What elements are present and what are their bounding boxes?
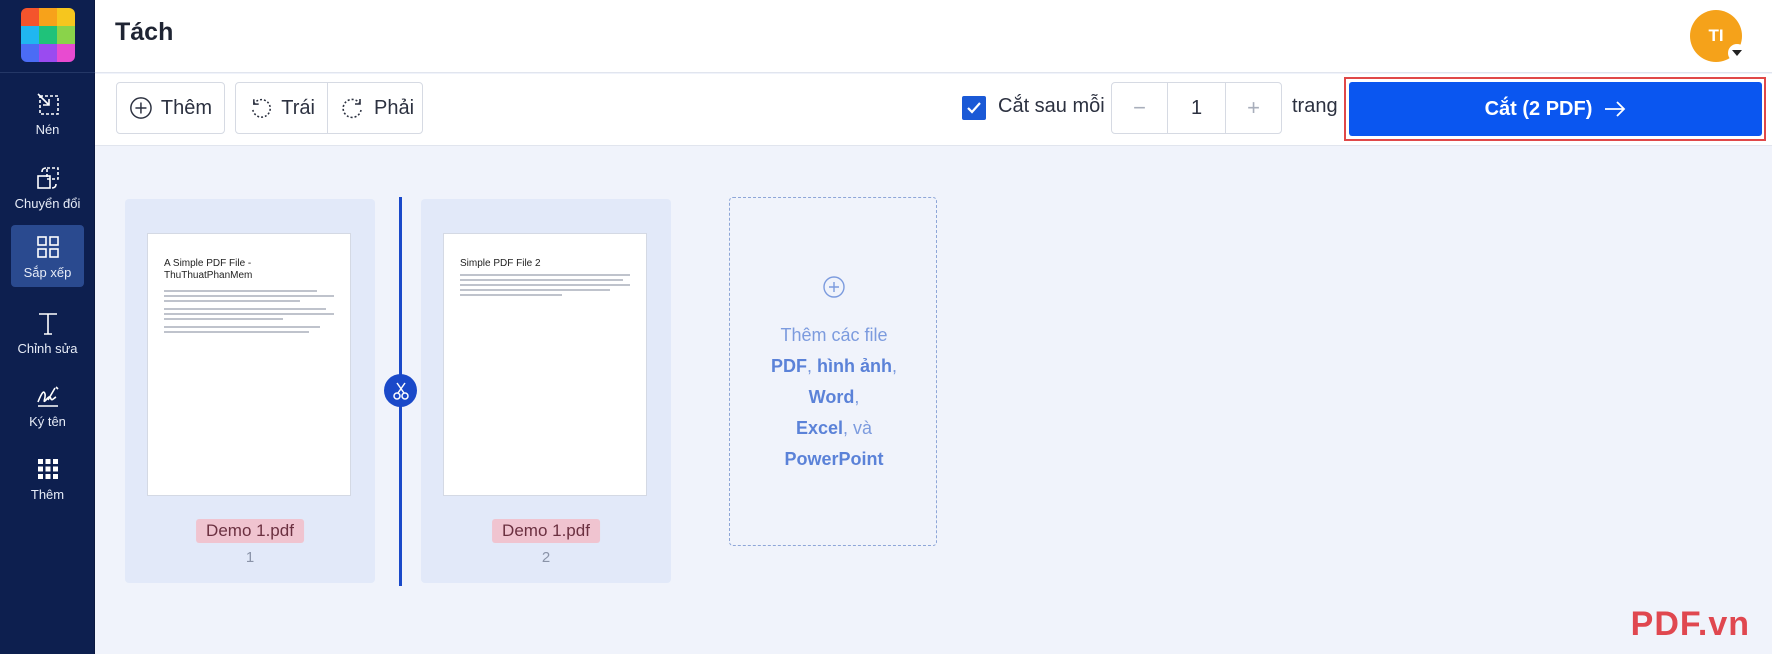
plus-circle-icon [823, 276, 845, 298]
header: Tách TI [95, 0, 1772, 73]
sidebar-item-label: Sắp xếp [23, 264, 72, 280]
page-heading: Simple PDF File 2 [460, 258, 541, 269]
dropzone-conjunction: và [853, 418, 873, 438]
chevron-down-icon[interactable] [1728, 44, 1746, 62]
sidebar-item-label: Ký tên [29, 413, 66, 429]
grid-icon [36, 235, 59, 258]
sidebar-item-convert[interactable]: Chuyển đổi [11, 156, 84, 218]
scissors-icon[interactable] [384, 374, 417, 407]
sidebar-item-compress[interactable]: Nén [11, 82, 84, 144]
sidebar-item-edit[interactable]: Chỉnh sửa [11, 301, 84, 363]
app-logo-icon[interactable] [21, 8, 75, 62]
apps-grid-icon [37, 458, 58, 479]
page-heading: A Simple PDF File - ThuThuatPhanMem [164, 258, 253, 281]
signature-icon [36, 385, 59, 407]
add-file-label: Thêm [160, 96, 212, 119]
rotate-left-label: Trái [281, 96, 315, 119]
file-name-badge: Demo 1.pdf [492, 519, 600, 543]
page-number: 1 [245, 549, 255, 566]
type-word: Word [808, 387, 855, 407]
text-edit-icon [38, 312, 57, 335]
rotate-left-button[interactable]: Trái [236, 83, 327, 133]
rotate-left-icon [252, 98, 271, 118]
sidebar-item-arrange[interactable]: Sắp xếp [11, 225, 84, 287]
page-thumbnail: Simple PDF File 2 [443, 233, 647, 496]
decrement-button[interactable]: − [1112, 83, 1167, 133]
arrow-right-icon [1605, 101, 1626, 117]
cut-button-label: Cắt (2 PDF) [1484, 97, 1593, 120]
pages-unit-label: trang [1292, 95, 1338, 117]
plus-circle-icon [130, 97, 152, 119]
sidebar-item-more[interactable]: Thêm [11, 447, 84, 509]
sidebar: Nén Chuyển đổi Sắp xếp Chỉnh sửa Ký tên [0, 0, 95, 654]
watermark: PDF.vn [1630, 605, 1750, 643]
rotate-right-button[interactable]: Phải [327, 83, 426, 133]
cut-button[interactable]: Cắt (2 PDF) [1349, 82, 1762, 136]
type-excel: Excel [795, 418, 843, 438]
rotate-right-icon [342, 98, 362, 119]
dropzone-prefix: Thêm các file [780, 325, 888, 345]
sidebar-item-sign[interactable]: Ký tên [11, 374, 84, 436]
type-pdf: PDF [770, 356, 807, 376]
rotate-group: Trái Phải [235, 82, 423, 134]
add-files-dropzone[interactable]: Thêm các file PDF, hình ảnh, Word, Excel… [729, 197, 937, 546]
page-card[interactable]: A Simple PDF File - ThuThuatPhanMem Demo… [125, 199, 375, 583]
page-title: Tách [115, 18, 174, 46]
split-after-label: Cắt sau mỗi [998, 95, 1105, 117]
page-count-stepper: − 1 + [1111, 82, 1282, 134]
type-powerpoint: PowerPoint [784, 449, 884, 469]
sidebar-item-label: Thêm [30, 486, 65, 502]
type-image: hình ảnh [817, 356, 892, 376]
compress-icon [36, 92, 59, 115]
rotate-right-label: Phải [374, 96, 415, 119]
dropzone-text: Thêm các file PDF, hình ảnh, Word, Excel… [770, 325, 898, 469]
sidebar-item-label: Nén [35, 121, 60, 137]
toolbar: Thêm Trái Phải Cắt sau mỗi − 1 + trang C… [95, 74, 1772, 146]
page-number: 2 [541, 549, 551, 566]
increment-button[interactable]: + [1226, 83, 1281, 133]
check-icon [967, 102, 981, 114]
split-after-checkbox[interactable] [962, 96, 986, 120]
page-thumbnail: A Simple PDF File - ThuThuatPhanMem [147, 233, 351, 496]
convert-icon [36, 166, 59, 189]
page-card[interactable]: Simple PDF File 2 Demo 1.pdf 2 [421, 199, 671, 583]
file-name-badge: Demo 1.pdf [196, 519, 304, 543]
sidebar-item-label: Chuyển đổi [14, 195, 81, 211]
sidebar-divider [0, 72, 95, 73]
page-count-input[interactable]: 1 [1167, 83, 1226, 133]
add-file-button[interactable]: Thêm [116, 82, 225, 134]
sidebar-item-label: Chỉnh sửa [17, 340, 78, 356]
